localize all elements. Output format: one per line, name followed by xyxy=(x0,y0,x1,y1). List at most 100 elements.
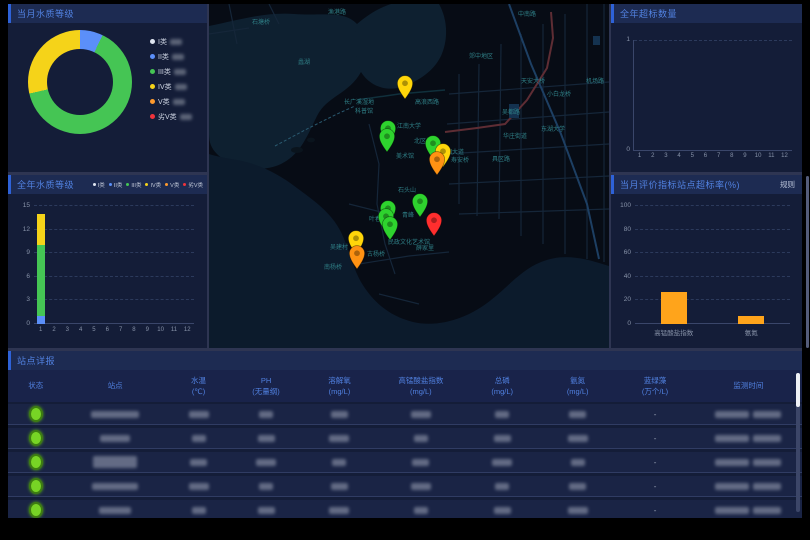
map-pond xyxy=(593,36,600,45)
legend-item: I类 xyxy=(93,175,105,194)
column-header-2: 水温(℃) xyxy=(167,375,231,398)
legend-item: 劣V类 xyxy=(183,175,203,194)
value-redacted xyxy=(230,411,301,418)
legend-value-redacted xyxy=(172,54,184,60)
value-redacted xyxy=(465,411,540,418)
legend-dot xyxy=(183,183,186,186)
map-island xyxy=(307,138,315,143)
map-label: 寿安桥 xyxy=(451,156,469,164)
x-tick-label: 3 xyxy=(61,327,74,333)
value-redacted xyxy=(540,435,615,442)
gridline xyxy=(34,323,194,324)
legend-item: III类 xyxy=(150,64,192,79)
table-scrollbar-thumb[interactable] xyxy=(796,373,800,407)
status-cell xyxy=(8,478,64,494)
panel-station-table: 站点详报 状态站点水温(℃)PH(无量纲)溶解氧(mg/L)高锰酸盐指数(mg/… xyxy=(8,351,802,518)
x-tick-label: 2 xyxy=(47,327,60,333)
chlorophyll-cell: - xyxy=(615,434,694,443)
value-redacted xyxy=(540,459,615,466)
panel-year-exceed: 全年超标数量 01 123456789101112 xyxy=(611,4,802,172)
legend-label: V类 xyxy=(170,181,179,189)
status-cell xyxy=(8,502,64,518)
map-label: 高浪西路 xyxy=(415,98,439,106)
value-redacted xyxy=(230,507,301,514)
x-tick-label: 12 xyxy=(181,327,194,333)
legend-value-redacted xyxy=(180,114,192,120)
gridline xyxy=(34,205,194,206)
panel-title: 站点详报 xyxy=(17,354,55,367)
table-row[interactable]: - xyxy=(8,476,802,497)
y-tick-label: 0 xyxy=(12,320,30,327)
donut-hole xyxy=(47,49,113,115)
table-row[interactable]: - xyxy=(8,404,802,425)
map-label: 天安大桥 xyxy=(521,77,545,85)
y-tick-label: 100 xyxy=(613,202,631,209)
gridline xyxy=(635,252,790,253)
bar-plot: 020406080100 xyxy=(635,206,790,324)
status-indicator-green xyxy=(29,454,43,470)
status-indicator-green xyxy=(29,406,43,422)
table-row[interactable]: - xyxy=(8,452,802,473)
value-redacted xyxy=(302,411,377,418)
legend-item: II类 xyxy=(150,49,192,64)
legend-dot xyxy=(150,84,155,89)
station-name-redacted xyxy=(64,456,167,468)
panel-year-grade: 全年水质等级 I类II类III类IV类V类劣V类 03691215 123456… xyxy=(8,175,207,348)
value-redacted xyxy=(465,459,540,466)
rules-link[interactable]: 规则 xyxy=(780,179,795,190)
monitor-time-redacted xyxy=(695,411,802,418)
value-redacted xyxy=(230,483,301,490)
map-canvas[interactable]: 石塘桥渔港路中南路郊中地区蠡湖长广溪湿地科普馆高浪西路江南大学北区坪美术馆石头山… xyxy=(209,4,609,348)
map-label: 机场路 xyxy=(586,77,604,85)
panel-month-grade: 当月水质等级 I类II类III类IV类V类劣V类 xyxy=(8,4,207,172)
value-redacted xyxy=(302,459,377,466)
gridline xyxy=(634,40,792,41)
station-map[interactable]: 石塘桥渔港路中南路郊中地区蠡湖长广溪湿地科普馆高浪西路江南大学北区坪美术馆石头山… xyxy=(209,4,609,348)
x-tick-label: 7 xyxy=(114,327,127,333)
column-header-1: 站点 xyxy=(64,380,167,391)
map-label: 青峰 xyxy=(402,211,414,219)
legend-dot xyxy=(126,183,129,186)
legend-label: II类 xyxy=(158,52,169,62)
x-tick-label: 1 xyxy=(633,153,646,159)
y-tick-label: 1 xyxy=(612,36,630,43)
value-redacted xyxy=(540,411,615,418)
map-label: 渔港路 xyxy=(328,8,346,16)
column-header-3: PH(无量纲) xyxy=(230,375,301,398)
y-tick-label: 6 xyxy=(12,273,30,280)
legend-dot xyxy=(145,183,148,186)
x-tick-label: 9 xyxy=(738,153,751,159)
gridline xyxy=(635,229,790,230)
x-axis-labels: 123456789101112 xyxy=(633,153,791,159)
legend-dot xyxy=(150,54,155,59)
legend-dot xyxy=(150,99,155,104)
map-label: 薛家里 xyxy=(416,244,434,252)
gridline xyxy=(635,299,790,300)
panel-header: 当月评价指标站点超标率(%) 规则 xyxy=(611,175,802,194)
y-tick-label: 0 xyxy=(612,146,630,153)
map-label: 蠡湖 xyxy=(298,58,310,66)
station-name-redacted xyxy=(64,507,167,514)
y-tick-label: 3 xyxy=(12,296,30,303)
header-accent-bar xyxy=(8,4,11,23)
value-redacted xyxy=(167,507,231,514)
column-header-7: 氨氮(mg/L) xyxy=(540,375,615,398)
value-redacted xyxy=(465,435,540,442)
value-redacted xyxy=(377,435,464,442)
column-header-6: 总磷(mg/L) xyxy=(465,375,540,398)
table-row[interactable]: - xyxy=(8,428,802,449)
rate-bar-氨氮 xyxy=(738,316,764,324)
water-quality-dashboard: 当月水质等级 I类II类III类IV类V类劣V类 全年水质等级 I类II类III… xyxy=(8,4,802,518)
map-label: 吴建村 xyxy=(330,243,348,251)
value-redacted xyxy=(230,459,301,466)
monitor-time-redacted xyxy=(695,507,802,514)
table-column-header: 状态站点水温(℃)PH(无量纲)溶解氧(mg/L)高锰酸盐指数(mg/L)总磷(… xyxy=(8,370,802,402)
page-scrollbar-thumb[interactable] xyxy=(806,176,809,348)
table-row[interactable]: - xyxy=(8,500,802,518)
map-label: 东湖大学 xyxy=(541,125,565,133)
header-accent-bar xyxy=(611,4,614,23)
x-tick-label: 1 xyxy=(34,327,47,333)
panel-title: 当月评价指标站点超标率(%) xyxy=(620,178,740,191)
x-tick-label: 4 xyxy=(74,327,87,333)
x-tick-label: 2 xyxy=(646,153,659,159)
